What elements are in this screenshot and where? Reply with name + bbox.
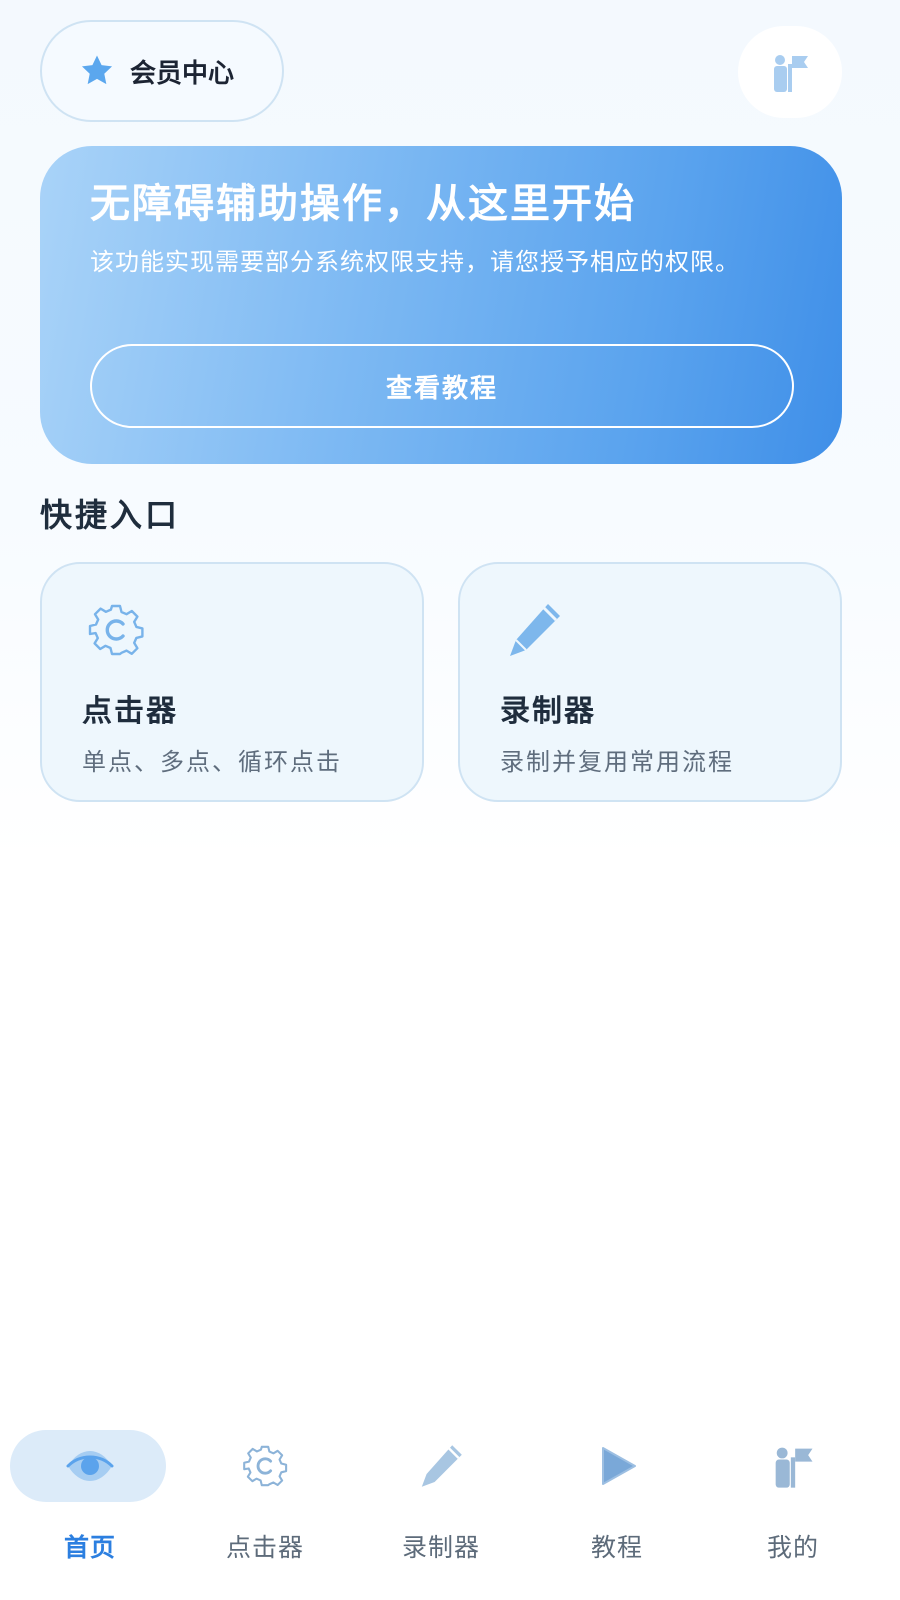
recorder-card[interactable]: 录制器 录制并复用常用流程 (458, 562, 842, 802)
recorder-card-title: 录制器 (500, 694, 596, 729)
tab-mine[interactable]: 我的 (713, 1430, 873, 1570)
tab-recorder-label: 录制器 (401, 1533, 480, 1562)
banner-description: 该功能实现需要部分系统权限支持，请您授予相应的权限。 (90, 248, 740, 276)
person-flag-icon (774, 55, 808, 92)
pencil-icon (421, 1445, 462, 1487)
eye-icon (66, 1451, 114, 1481)
star-icon (81, 55, 113, 85)
profile-button[interactable] (738, 26, 842, 118)
member-center-button[interactable]: 会员中心 (40, 20, 284, 122)
pencil-icon (510, 604, 560, 656)
tab-tutorial-label: 教程 (590, 1533, 643, 1562)
gear-c-icon (88, 604, 144, 656)
play-icon (602, 1447, 636, 1485)
tab-mine-label: 我的 (766, 1533, 819, 1562)
quick-entry-title: 快捷入口 (40, 496, 181, 534)
clicker-card[interactable]: 点击器 单点、多点、循环点击 (40, 562, 424, 802)
tab-home-label: 首页 (63, 1533, 116, 1562)
person-flag-icon (775, 1447, 813, 1488)
tab-clicker-label: 点击器 (225, 1533, 304, 1562)
tab-tutorial[interactable]: 教程 (537, 1430, 697, 1570)
bottom-tab-bar: 首页 点击器 录制器 教程 我的 (0, 1420, 900, 1600)
tab-clicker[interactable]: 点击器 (185, 1430, 345, 1570)
banner-title: 无障碍辅助操作，从这里开始 (90, 181, 636, 227)
tab-recorder[interactable]: 录制器 (361, 1430, 521, 1570)
view-tutorial-label: 查看教程 (385, 373, 498, 404)
recorder-card-description: 录制并复用常用流程 (500, 748, 734, 776)
accessibility-banner: 无障碍辅助操作，从这里开始 该功能实现需要部分系统权限支持，请您授予相应的权限。… (40, 146, 842, 464)
view-tutorial-button[interactable]: 查看教程 (90, 344, 794, 428)
clicker-card-title: 点击器 (82, 694, 178, 729)
tab-home[interactable]: 首页 (10, 1430, 170, 1570)
gear-c-icon (243, 1445, 288, 1487)
member-center-label: 会员中心 (130, 58, 235, 89)
clicker-card-description: 单点、多点、循环点击 (82, 748, 342, 776)
